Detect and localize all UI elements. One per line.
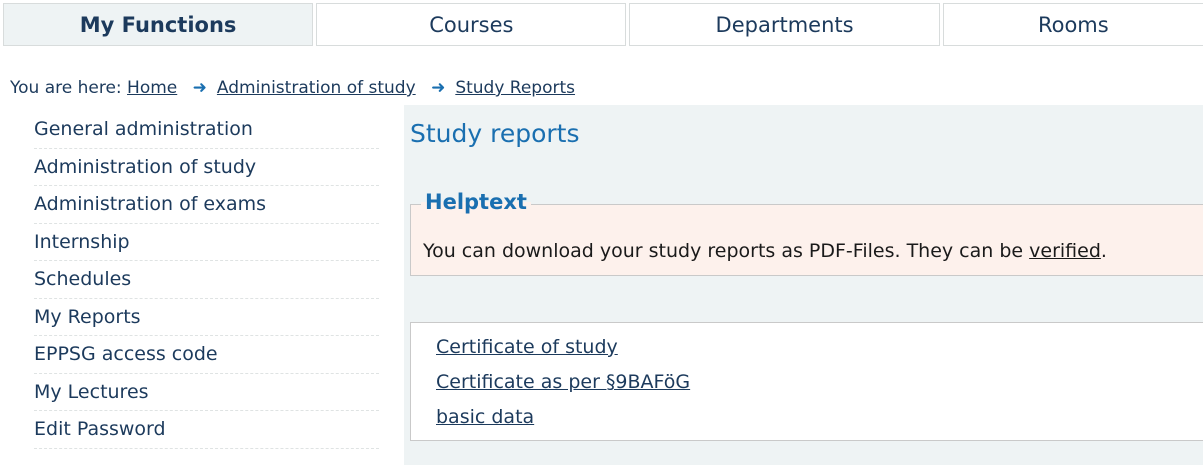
arrow-right-icon: ➜	[431, 78, 446, 98]
breadcrumb-study-reports-link[interactable]: Study Reports	[455, 78, 575, 98]
sidebar-item-internship[interactable]: Internship	[34, 224, 379, 261]
arrow-right-icon: ➜	[192, 78, 207, 98]
basic-data-link[interactable]: basic data	[436, 406, 534, 428]
breadcrumb: You are here: Home ➜ Administration of st…	[10, 78, 575, 98]
sidebar-item-my-reports[interactable]: My Reports	[34, 299, 379, 336]
verified-link[interactable]: verified	[1029, 240, 1101, 262]
tab-my-functions[interactable]: My Functions	[3, 3, 314, 46]
sidebar-item-administration-of-study[interactable]: Administration of study	[34, 149, 379, 186]
certificate-bafoeg-link[interactable]: Certificate as per §9BAFöG	[436, 371, 690, 393]
main-content: Study reports Helptext You can download …	[404, 105, 1203, 465]
tab-departments[interactable]: Departments	[629, 3, 940, 46]
page-title: Study reports	[410, 119, 580, 148]
sidebar-item-schedules[interactable]: Schedules	[34, 261, 379, 299]
helptext-legend: Helptext	[421, 190, 531, 214]
tab-courses[interactable]: Courses	[316, 3, 627, 46]
helptext-end: .	[1100, 240, 1107, 262]
sidebar-item-administration-of-exams[interactable]: Administration of exams	[34, 186, 379, 224]
sidebar-item-eppsg-access-code[interactable]: EPPSG access code	[34, 336, 379, 374]
breadcrumb-prefix: You are here:	[10, 78, 122, 98]
tab-rooms[interactable]: Rooms	[942, 3, 1203, 46]
breadcrumb-home-link[interactable]: Home	[127, 78, 177, 98]
helptext-body: You can download your study reports as P…	[423, 240, 1030, 262]
breadcrumb-administration-of-study-link[interactable]: Administration of study	[217, 78, 416, 98]
sidebar: General administration Administration of…	[34, 111, 379, 449]
helptext-message: You can download your study reports as P…	[423, 240, 1107, 262]
study-reports-list: Certificate of study Certificate as per …	[410, 322, 1203, 441]
main-navigation-tabs: My Functions Courses Departments Rooms	[3, 3, 1203, 48]
sidebar-item-edit-password[interactable]: Edit Password	[34, 411, 379, 449]
helptext-box: Helptext You can download your study rep…	[410, 190, 1203, 276]
sidebar-item-general-administration[interactable]: General administration	[34, 111, 379, 149]
certificate-of-study-link[interactable]: Certificate of study	[436, 336, 618, 358]
sidebar-item-my-lectures[interactable]: My Lectures	[34, 374, 379, 411]
